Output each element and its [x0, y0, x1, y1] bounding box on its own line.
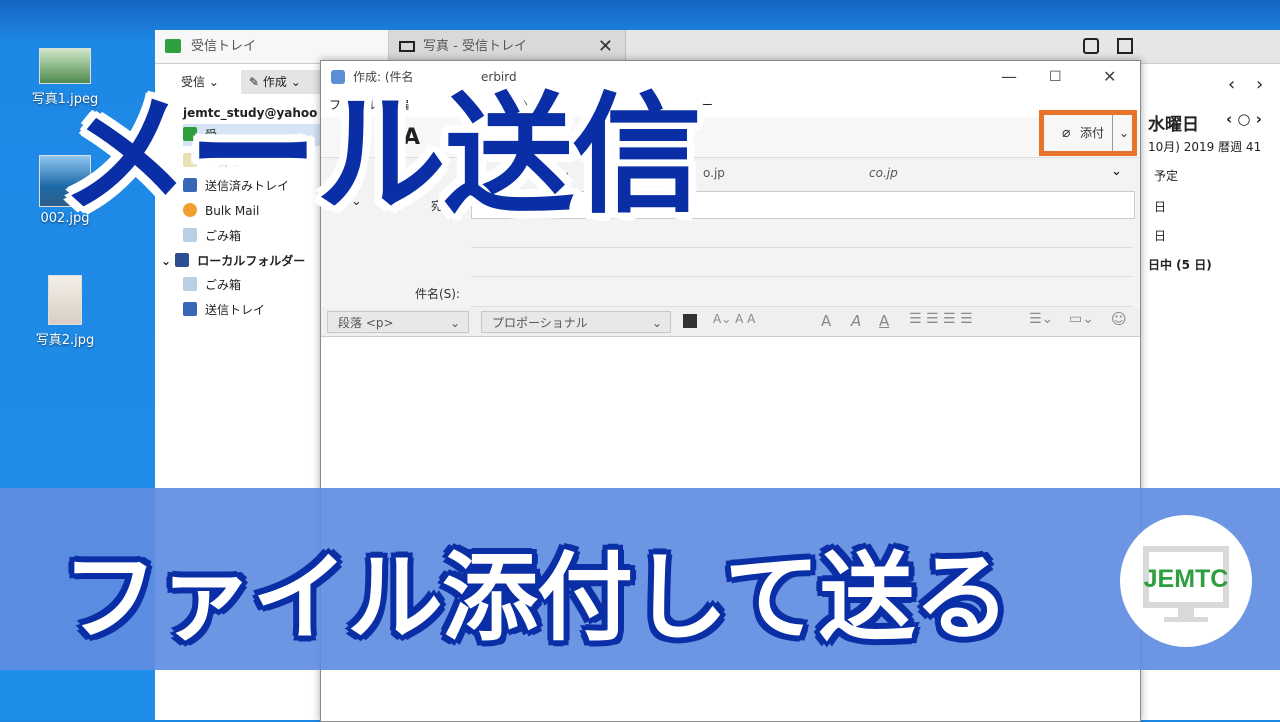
tasks-icon[interactable]: [1117, 38, 1133, 54]
desktop-icon-label: 写真2.jpg: [35, 333, 95, 348]
format-toolbar: 段落 <p> ⌄ プロポーショナル ⌄ A⌄ A A A A A ☰ ☰ ☰ ☰ ☰…: [321, 308, 1140, 337]
computer-icon: [175, 253, 190, 267]
font-size-icon[interactable]: A⌄ A A: [713, 312, 755, 326]
today-pane: ‹ › 水曜日 ‹ ○ › 10月) 2019 暦週 41 予定 日 日 日中 …: [1138, 64, 1280, 524]
event-item[interactable]: 日中 (5 日): [1148, 256, 1212, 273]
local-item-outbox[interactable]: 送信トレイ: [183, 299, 265, 321]
minimize-icon[interactable]: —: [1001, 61, 1017, 93]
from-domain: o.jp: [703, 166, 725, 180]
upcoming-events-label: 予定: [1154, 169, 1179, 183]
trash-icon: [183, 277, 197, 291]
paragraph-select[interactable]: 段落 <p> ⌄: [327, 311, 469, 333]
subject-input[interactable]: [471, 280, 1133, 307]
image-thumbnail-icon: [48, 275, 82, 325]
align-icon[interactable]: ☰⌄: [1029, 311, 1053, 327]
chevron-down-icon: ⌄: [161, 254, 176, 268]
maximize-icon[interactable]: ☐: [1049, 61, 1062, 93]
underline-icon[interactable]: A: [879, 312, 889, 330]
chevron-down-icon[interactable]: ⌄: [1111, 164, 1122, 179]
italic-icon[interactable]: A: [851, 312, 861, 330]
text-color-icon[interactable]: [683, 314, 697, 328]
chevron-down-icon[interactable]: ⌄: [1112, 115, 1129, 151]
event-item[interactable]: 日: [1154, 227, 1166, 244]
jemtc-logo: JEMTC: [1120, 515, 1252, 647]
bold-icon[interactable]: A: [821, 312, 831, 330]
insert-image-icon[interactable]: ▭⌄: [1069, 311, 1094, 327]
menu-other[interactable]: ー: [701, 93, 713, 117]
local-folders-item[interactable]: ⌄ ローカルフォルダー: [161, 250, 305, 272]
local-item-trash[interactable]: ごみ箱: [183, 274, 241, 296]
event-item[interactable]: 日: [1154, 198, 1166, 215]
calendar-icon[interactable]: [1083, 38, 1099, 54]
logo-text: JEMTC: [1143, 565, 1229, 593]
emoji-icon[interactable]: ☺: [1111, 310, 1127, 328]
outbox-icon: [183, 302, 197, 316]
video-title: メール送信: [60, 79, 702, 231]
paperclip-icon: ⌀: [1062, 125, 1071, 141]
extra-row[interactable]: [471, 250, 1133, 277]
from-domain-alt: co.jp: [869, 166, 898, 180]
video-subtitle: ファイル添付して送る: [62, 542, 1010, 654]
day-nav-icon[interactable]: ‹ ○ ›: [1226, 110, 1262, 128]
prev-month-icon[interactable]: ‹: [1228, 74, 1235, 95]
subject-label: 件名(S):: [415, 287, 461, 301]
desktop-icon-photo2[interactable]: 写真2.jpg: [10, 275, 120, 348]
list-icon[interactable]: ☰ ☰ ☰ ☰: [909, 311, 973, 327]
close-icon[interactable]: ✕: [1103, 61, 1116, 93]
font-select[interactable]: プロポーショナル ⌄: [481, 311, 671, 333]
attach-button[interactable]: ⌀ 添付 ⌄: [1039, 110, 1137, 156]
attach-label: 添付: [1080, 126, 1105, 140]
next-month-icon[interactable]: ›: [1256, 74, 1263, 95]
today-date-line: 10月) 2019 暦週 41: [1148, 140, 1262, 154]
today-day-name: 水曜日: [1148, 115, 1199, 135]
